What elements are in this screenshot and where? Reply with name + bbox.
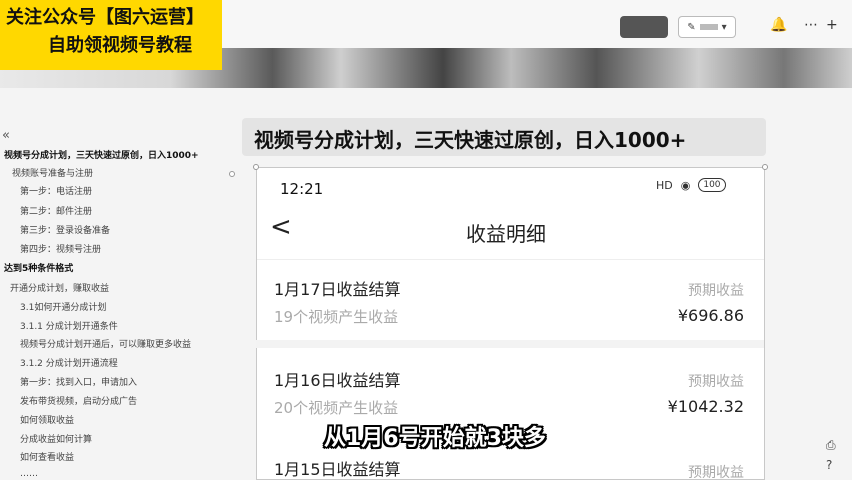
record-amount: ¥696.86 (677, 306, 744, 325)
share-button[interactable]: ✎ ▾ (678, 16, 736, 38)
phone-nav-title: 收益明细 (466, 222, 546, 246)
feedback-icon[interactable]: ⎙ (826, 438, 836, 453)
toc-item[interactable]: 第二步：邮件注册 (20, 206, 92, 218)
toc-item[interactable]: 如何查看收益 (20, 452, 74, 464)
toc-item[interactable]: 第一步：电话注册 (20, 186, 92, 198)
divider (257, 259, 764, 260)
resize-handle[interactable] (253, 164, 259, 170)
toc-item[interactable]: 视频号分成计划，三天快速过原创，日入1000+ (4, 150, 199, 162)
bell-icon[interactable]: 🔔 (770, 17, 787, 33)
toc-item[interactable]: 3.1.2 分成计划开通流程 (20, 358, 118, 370)
toc-item[interactable]: …… (20, 468, 38, 480)
hd-icon: HD (656, 178, 673, 192)
edit-icon: ✎ (687, 21, 696, 33)
record-subtitle: 19个视频产生收益 (274, 308, 399, 326)
promo-overlay: 关注公众号【图六运营】 自助领视频号教程 (0, 0, 222, 70)
toc-item[interactable]: 第一步：找到入口，申请加入 (20, 377, 137, 389)
wifi-icon: ◉ (680, 178, 691, 192)
more-icon[interactable]: ⋯ (804, 17, 818, 33)
share-label-redacted (699, 24, 718, 30)
promo-line-1: 关注公众号【图六运营】 (6, 7, 204, 28)
record-amount: ¥1042.32 (667, 397, 744, 416)
resize-handle[interactable] (762, 164, 768, 170)
phone-clock: 12:21 (280, 180, 324, 198)
record-label: 预期收益 (688, 283, 744, 299)
toc-item[interactable]: 发布带货视频，启动分成广告 (20, 396, 137, 408)
record-title: 1月17日收益结算 (274, 280, 401, 299)
record-label: 预期收益 (688, 374, 744, 390)
record-subtitle: 20个视频产生收益 (274, 399, 399, 417)
toc-item[interactable]: 如何领取收益 (20, 415, 74, 427)
record-label: 预期收益 (688, 465, 744, 480)
help-icon[interactable]: ? (826, 458, 832, 472)
page-title: 视频号分成计划，三天快速过原创，日入1000+ (254, 128, 687, 152)
divider (256, 340, 764, 348)
toc-item[interactable]: 第三步：登录设备准备 (20, 225, 110, 237)
promo-line-2: 自助领视频号教程 (48, 35, 192, 56)
toc-item[interactable]: 第四步：视频号注册 (20, 244, 101, 256)
phone-status-icons: HD ◉ 100 (656, 178, 726, 192)
video-subtitle: 从1月6号开始就3块多 (324, 426, 546, 451)
record-title: 1月16日收益结算 (274, 371, 401, 390)
toc-item[interactable]: 视频号分成计划开通后，可以赚取更多收益 (20, 339, 191, 351)
chevron-down-icon: ▾ (721, 21, 727, 33)
battery-icon: 100 (698, 178, 726, 192)
toc-item[interactable]: 开通分成计划，赚取收益 (10, 283, 109, 295)
back-arrow-icon[interactable]: < (270, 212, 292, 242)
resize-handle[interactable] (229, 171, 235, 177)
toc-item[interactable]: 视频账号准备与注册 (12, 168, 93, 180)
collapse-sidebar-icon[interactable]: « (2, 128, 10, 143)
user-pill-button[interactable] (620, 16, 668, 38)
record-title: 1月15日收益结算 (274, 460, 401, 479)
plus-icon[interactable]: + (826, 17, 838, 33)
toc-item[interactable]: 达到5种条件格式 (4, 263, 73, 275)
toc-item[interactable]: 3.1.1 分成计划开通条件 (20, 321, 118, 333)
toc-item[interactable]: 3.1如何开通分成计划 (20, 302, 106, 314)
toc-item[interactable]: 分成收益如何计算 (20, 434, 92, 446)
